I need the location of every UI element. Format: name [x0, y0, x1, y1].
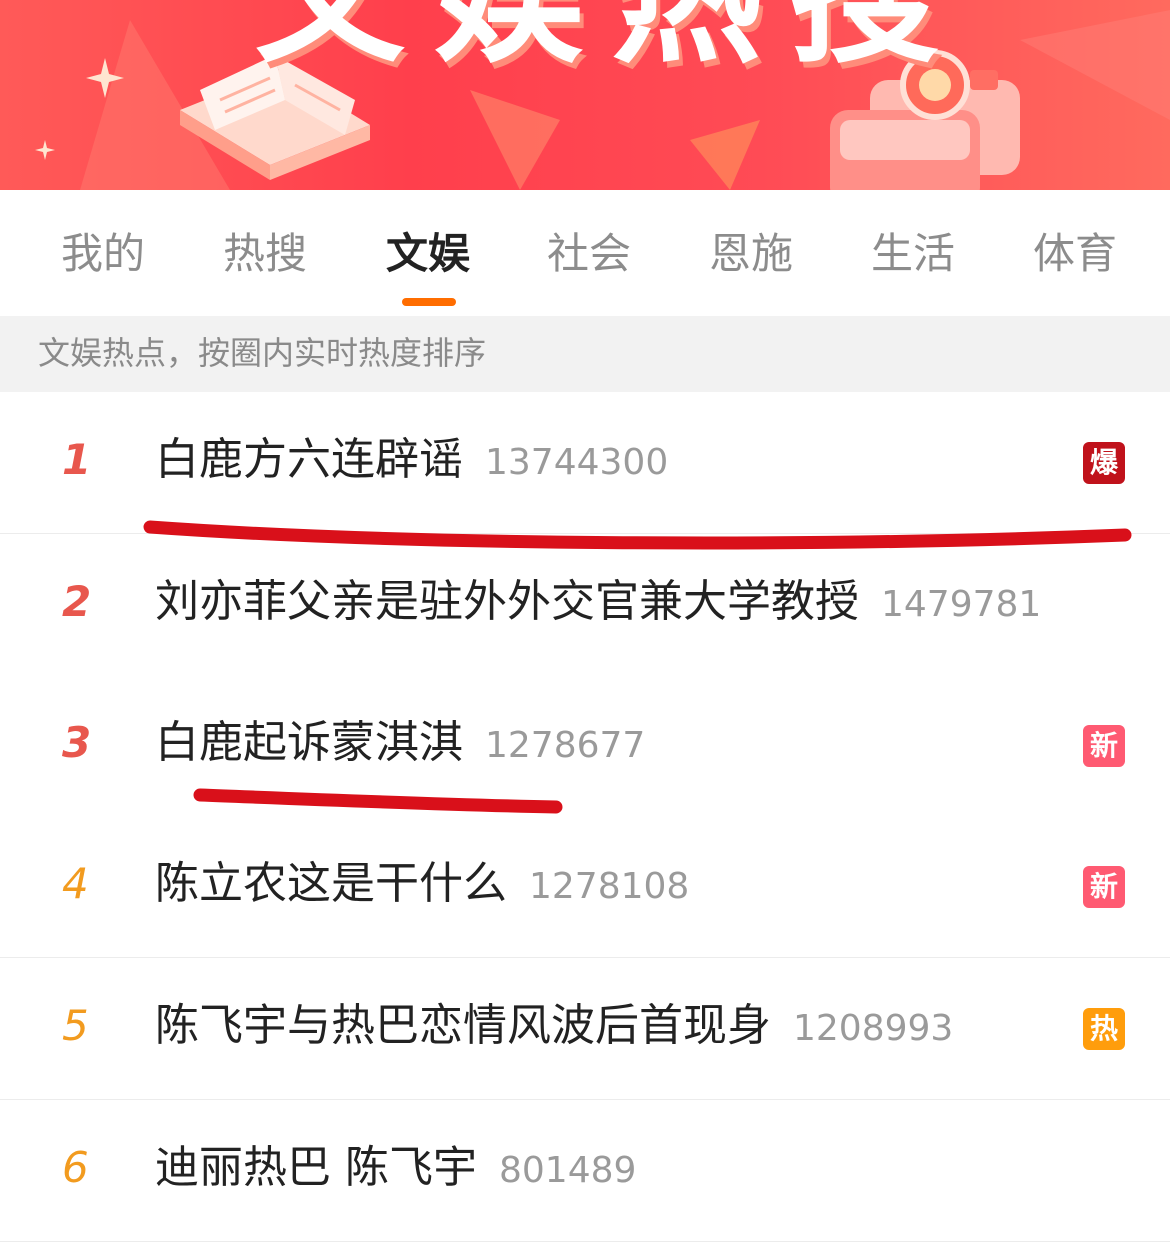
header-banner: 文娱热搜	[0, 0, 1170, 190]
item-title-line: 陈立农这是干什么 1278108	[155, 856, 689, 921]
heat-count: 1479781	[881, 584, 1042, 625]
category-tabs: 我的 热搜 文娱 社会 恩施 生活 体育	[0, 190, 1170, 317]
badge-new: 新	[1083, 725, 1125, 767]
list-item[interactable]: 3 白鹿起诉蒙淇淇 1278677 新	[0, 675, 1170, 817]
item-title-line: 迪丽热巴 陈飞宇 801489	[155, 1140, 636, 1205]
item-title[interactable]: 刘亦菲父亲是驻外外交官兼大学教授	[155, 576, 859, 627]
section-subtitle-bar: 文娱热点，按圈内实时热度排序	[0, 316, 1170, 392]
heat-count: 13744300	[485, 442, 669, 483]
badge-hot: 热	[1083, 1008, 1125, 1050]
section-subtitle: 文娱热点，按圈内实时热度排序	[38, 334, 487, 372]
tab-mine[interactable]: 我的	[61, 226, 145, 282]
tab-hot-search[interactable]: 热搜	[223, 226, 307, 282]
item-title[interactable]: 白鹿起诉蒙淇淇	[155, 717, 463, 768]
badge-new: 新	[1083, 866, 1125, 908]
tab-sports[interactable]: 体育	[1033, 226, 1117, 282]
heat-count: 1208993	[793, 1008, 954, 1049]
rank-number: 1	[62, 435, 92, 484]
rank-number: 4	[62, 859, 89, 908]
list-item[interactable]: 2 刘亦菲父亲是驻外外交官兼大学教授 1479781	[0, 534, 1170, 676]
rank-number: 5	[62, 1001, 89, 1050]
item-title[interactable]: 陈飞宇与热巴恋情风波后首现身	[155, 1000, 771, 1051]
rank-number: 6	[62, 1143, 89, 1192]
tab-life[interactable]: 生活	[871, 226, 955, 282]
active-tab-indicator	[402, 298, 456, 306]
heat-count: 1278108	[529, 866, 690, 907]
banner-title: 文娱热搜	[255, 0, 967, 72]
tab-entertainment[interactable]: 文娱	[386, 226, 470, 282]
rank-number: 2	[62, 577, 92, 626]
heat-count: 801489	[499, 1150, 637, 1191]
list-item[interactable]: 6 迪丽热巴 陈飞宇 801489	[0, 1100, 1170, 1242]
item-title-line: 白鹿方六连辟谣 13744300	[155, 432, 668, 497]
badge-explosive: 爆	[1083, 442, 1125, 484]
tab-enshi[interactable]: 恩施	[709, 226, 793, 282]
rank-number: 3	[62, 718, 92, 767]
list-item[interactable]: 5 陈飞宇与热巴恋情风波后首现身 1208993 热	[0, 958, 1170, 1100]
item-title-line: 刘亦菲父亲是驻外外交官兼大学教授 1479781	[155, 574, 1041, 639]
tab-society[interactable]: 社会	[547, 226, 631, 282]
heat-count: 1278677	[485, 725, 646, 766]
list-item[interactable]: 4 陈立农这是干什么 1278108 新	[0, 816, 1170, 958]
item-title[interactable]: 白鹿方六连辟谣	[155, 434, 463, 485]
item-title-line: 白鹿起诉蒙淇淇 1278677	[155, 715, 645, 780]
item-title-line: 陈飞宇与热巴恋情风波后首现身 1208993	[155, 998, 953, 1063]
hot-search-page: 文娱热搜 我的 热搜 文娱 社会 恩施 生活 体育 文娱热点，按圈内实时热度排序…	[0, 0, 1170, 1245]
list-item[interactable]: 1 白鹿方六连辟谣 13744300 爆	[0, 392, 1170, 534]
item-title[interactable]: 陈立农这是干什么	[155, 858, 507, 909]
item-title[interactable]: 迪丽热巴 陈飞宇	[155, 1142, 477, 1193]
